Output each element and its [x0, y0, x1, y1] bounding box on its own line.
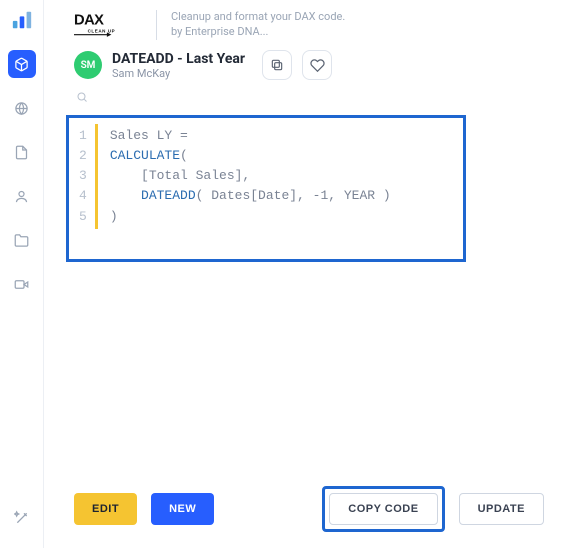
code-line: CALCULATE( [110, 146, 391, 166]
video-icon[interactable] [8, 270, 36, 298]
code-line: [Total Sales], [110, 166, 391, 186]
update-button[interactable]: UPDATE [459, 493, 544, 525]
user-icon[interactable] [8, 182, 36, 210]
author: Sam McKay [112, 67, 245, 80]
globe-icon[interactable] [8, 94, 36, 122]
brand-mark-icon [10, 8, 34, 32]
copy-icon [270, 58, 284, 72]
search-row [44, 82, 564, 111]
code-source[interactable]: Sales LY =CALCULATE( [Total Sales], DATE… [98, 124, 391, 229]
code-line: ) [110, 207, 391, 227]
code-line: Sales LY = [110, 126, 391, 146]
sidebar [0, 0, 44, 548]
code-line: DATEADD( Dates[Date], -1, YEAR ) [110, 186, 391, 206]
new-button[interactable]: NEW [151, 493, 214, 525]
avatar: SM [74, 51, 102, 79]
file-icon[interactable] [8, 138, 36, 166]
header: DAXCLEAN UP Cleanup and format your DAX … [44, 0, 564, 46]
line-number: 2 [79, 146, 87, 166]
title-row: SM DATEADD - Last Year Sam McKay [44, 46, 564, 82]
main: DAXCLEAN UP Cleanup and format your DAX … [44, 0, 564, 548]
edit-button[interactable]: EDIT [74, 493, 137, 525]
duplicate-button[interactable] [262, 50, 292, 80]
line-number: 3 [79, 166, 87, 186]
copy-code-button[interactable]: COPY CODE [329, 493, 437, 525]
line-number: 5 [79, 207, 87, 227]
box-icon[interactable] [8, 50, 36, 78]
page-title: DATEADD - Last Year [112, 51, 245, 67]
copy-code-highlight: COPY CODE [322, 486, 444, 532]
logo-text: DAX [74, 12, 104, 28]
svg-text:CLEAN UP: CLEAN UP [88, 28, 116, 33]
code-editor-highlight: 12345 Sales LY =CALCULATE( [Total Sales]… [66, 115, 466, 262]
line-number: 4 [79, 186, 87, 206]
search-icon[interactable] [76, 92, 88, 106]
tagline-line: Cleanup and format your DAX code. [171, 10, 345, 25]
folder-icon[interactable] [8, 226, 36, 254]
heart-icon [310, 58, 325, 73]
app-logo: DAXCLEAN UP [74, 10, 142, 40]
line-gutter: 12345 [75, 124, 98, 229]
line-number: 1 [79, 126, 87, 146]
code-editor[interactable]: 12345 Sales LY =CALCULATE( [Total Sales]… [75, 124, 457, 229]
favorite-button[interactable] [302, 50, 332, 80]
tagline-line: by Enterprise DNA... [171, 25, 345, 40]
tagline: Cleanup and format your DAX code. by Ent… [156, 10, 345, 40]
footer: EDIT NEW COPY CODE UPDATE [44, 474, 564, 548]
wand-icon[interactable] [8, 504, 36, 532]
